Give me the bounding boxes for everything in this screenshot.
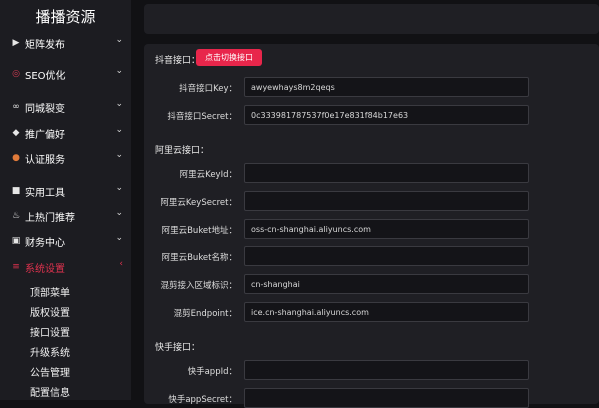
- chevron-down-icon: ⌄: [115, 35, 123, 45]
- chevron-down-icon: ⌄: [115, 208, 123, 218]
- douyin-section-title: 抖音接口：: [155, 56, 201, 66]
- kuaishou-appid-label: 快手appId：: [187, 367, 237, 377]
- fire-icon: ♨: [11, 211, 21, 221]
- douyin-secret-label: 抖音接口Secret：: [167, 112, 237, 122]
- aliyun-keysecret-label: 阿里云KeySecret：: [160, 198, 237, 208]
- aliyun-section-title: 阿里云接口：: [155, 146, 210, 156]
- aliyun-buketname-input[interactable]: [244, 246, 529, 266]
- sidebar-subitem-api-settings[interactable]: 接口设置: [30, 324, 70, 339]
- badge-icon: ●: [12, 153, 20, 163]
- douyin-secret-input[interactable]: [244, 105, 529, 125]
- aliyun-keyid-label: 阿里云KeyId：: [179, 170, 237, 180]
- sidebar-item-finance[interactable]: ▣ 财务中心 ⌄: [0, 230, 131, 254]
- aliyun-buketname-label: 阿里云Buket名称：: [161, 253, 237, 263]
- endpoint-label: 混剪Endpoint：: [173, 309, 237, 319]
- chevron-down-icon: ⌄: [115, 233, 123, 243]
- region-input[interactable]: [244, 274, 529, 294]
- aliyun-buket-label: 阿里云Buket地址：: [161, 226, 237, 236]
- aliyun-keysecret-input[interactable]: [244, 191, 529, 211]
- sidebar-subitem-upgrade[interactable]: 升级系统: [30, 344, 70, 359]
- kuaishou-section-title: 快手接口：: [155, 343, 201, 353]
- kuaishou-appid-input[interactable]: [244, 360, 529, 380]
- sidebar-item-hot-recommend[interactable]: ♨ 上热门推荐 ⌄: [0, 205, 131, 229]
- switch-api-button[interactable]: 点击切换接口: [196, 49, 262, 66]
- kuaishou-appsecret-input[interactable]: [244, 388, 529, 408]
- chevron-down-icon: ⌄: [115, 150, 123, 160]
- toolbox-icon: ■: [11, 186, 21, 196]
- endpoint-input[interactable]: [244, 302, 529, 322]
- chevron-left-icon: ‹: [119, 259, 123, 269]
- region-label: 混剪接入区域标识：: [160, 281, 237, 291]
- settings-panel: 抖音接口： 点击切换接口 抖音接口Key： 抖音接口Secret： 阿里云接口：…: [144, 44, 599, 408]
- chevron-down-icon: ⌄: [115, 66, 123, 76]
- sidebar-subitem-announcements[interactable]: 公告管理: [30, 364, 70, 379]
- aliyun-buket-input[interactable]: [244, 219, 529, 239]
- wallet-icon: ▣: [11, 236, 21, 246]
- sidebar-item-tools[interactable]: ■ 实用工具 ⌄: [0, 180, 131, 204]
- chevron-down-icon: ⌄: [115, 125, 123, 135]
- aliyun-keyid-input[interactable]: [244, 163, 529, 183]
- sidebar-item-matrix-publish[interactable]: ▶ 矩阵发布 ⌄: [0, 32, 131, 56]
- sidebar-item-system-settings[interactable]: ≡ 系统设置 ‹: [0, 256, 131, 280]
- chevron-down-icon: ⌄: [115, 99, 123, 109]
- sidebar-subitem-config-info[interactable]: 配置信息: [30, 384, 70, 399]
- kuaishou-appsecret-label: 快手appSecret：: [168, 395, 237, 405]
- sidebar-item-promotion-preference[interactable]: ◆ 推广偏好 ⌄: [0, 122, 131, 146]
- settings-icon: ≡: [12, 262, 20, 272]
- top-bar: [144, 4, 599, 34]
- link-icon: ∞: [12, 102, 20, 112]
- sidebar-subitem-copyright[interactable]: 版权设置: [30, 304, 70, 319]
- douyin-key-label: 抖音接口Key：: [179, 84, 237, 94]
- video-icon: ▶: [12, 38, 20, 48]
- sidebar-subitem-top-menu[interactable]: 顶部菜单: [30, 284, 70, 299]
- sidebar-item-seo[interactable]: ◎ SEO优化 ⌄: [0, 63, 131, 87]
- app-title: 播播资源: [35, 8, 96, 26]
- thumbs-up-icon: ◆: [12, 128, 20, 138]
- seo-icon: ◎: [12, 69, 20, 79]
- sidebar-item-certification[interactable]: ● 认证服务 ⌄: [0, 147, 131, 171]
- chevron-down-icon: ⌄: [115, 183, 123, 193]
- sidebar-item-local-fission[interactable]: ∞ 同城裂变 ⌄: [0, 96, 131, 120]
- douyin-key-input[interactable]: [244, 77, 529, 97]
- sidebar: 播播资源 ▶ 矩阵发布 ⌄ ◎ SEO优化 ⌄ ∞ 同城裂变 ⌄ ◆ 推广偏好 …: [0, 0, 131, 400]
